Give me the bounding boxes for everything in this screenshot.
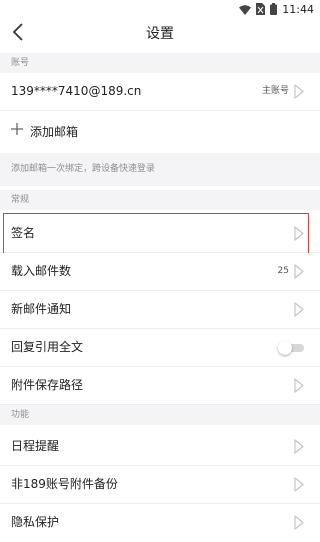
battery-icon xyxy=(270,0,278,19)
attachment-path-label: 附件保存路径 xyxy=(11,378,84,392)
page-title: 设置 xyxy=(146,26,174,42)
section-header-general: 常规 xyxy=(0,190,320,210)
wifi-icon xyxy=(239,0,252,19)
new-mail-notice-label: 新邮件通知 xyxy=(11,302,72,316)
add-mailbox-label: 添加邮箱 xyxy=(30,125,79,139)
chevron-right-icon xyxy=(293,477,305,492)
reply-quote-label: 回复引用全文 xyxy=(11,340,84,354)
reply-quote-row: 回复引用全文 xyxy=(0,329,320,367)
load-count-label: 载入邮件数 xyxy=(11,264,72,278)
non189-backup-label: 非189账号附件备份 xyxy=(11,477,118,491)
schedule-reminder-row[interactable]: 日程提醒 xyxy=(0,428,320,466)
account-row[interactable]: 139****7410@189.cn 主账号 xyxy=(0,73,320,111)
non189-backup-row[interactable]: 非189账号附件备份 xyxy=(0,466,320,504)
load-count-value: 25 xyxy=(277,266,289,276)
add-mailbox-hint: 添加邮箱一次绑定，跨设备快速登录 xyxy=(0,153,320,186)
signature-label: 签名 xyxy=(11,226,36,240)
plus-icon xyxy=(10,122,24,140)
privacy-label: 隐私保护 xyxy=(11,515,60,529)
signature-row[interactable]: 签名 xyxy=(0,215,320,253)
chevron-right-icon xyxy=(293,515,305,530)
status-bar: 11:44 xyxy=(0,0,320,18)
load-count-row[interactable]: 载入邮件数 25 xyxy=(0,253,320,291)
chevron-right-icon xyxy=(293,439,305,454)
chevron-right-icon xyxy=(293,264,305,279)
schedule-reminder-label: 日程提醒 xyxy=(11,439,60,453)
no-sim-icon xyxy=(256,0,266,19)
attachment-path-row[interactable]: 附件保存路径 xyxy=(0,367,320,405)
chevron-right-icon xyxy=(293,302,305,317)
primary-account-label: 主账号 xyxy=(261,86,289,96)
section-header-account: 账号 xyxy=(0,53,320,73)
status-time: 11:44 xyxy=(282,2,314,16)
app-header: 设置 xyxy=(0,18,320,50)
chevron-right-icon xyxy=(293,226,305,241)
account-email: 139****7410@189.cn xyxy=(11,84,142,98)
chevron-right-icon xyxy=(293,84,305,99)
reply-quote-toggle[interactable] xyxy=(278,341,304,355)
new-mail-notice-row[interactable]: 新邮件通知 xyxy=(0,291,320,329)
toggle-knob xyxy=(278,341,292,355)
section-header-function: 功能 xyxy=(0,405,320,425)
privacy-row[interactable]: 隐私保护 xyxy=(0,504,320,542)
add-mailbox-button[interactable]: 添加邮箱 xyxy=(0,111,320,153)
chevron-right-icon xyxy=(293,378,305,393)
